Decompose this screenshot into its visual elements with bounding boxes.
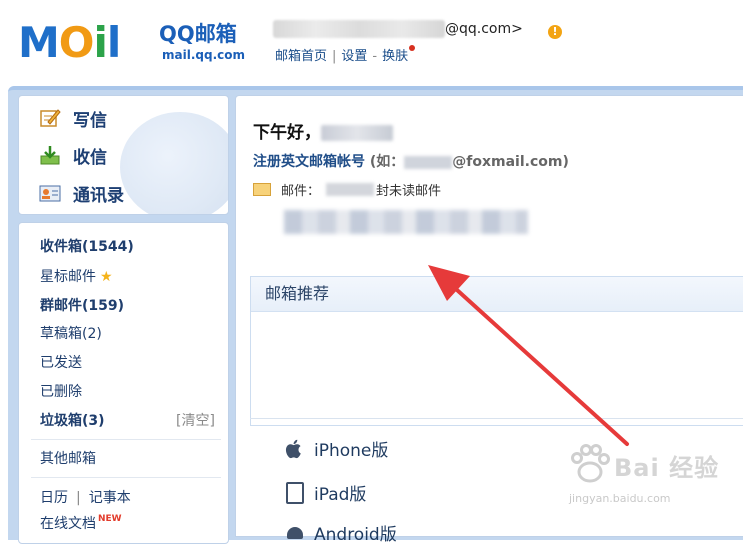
folder-drafts[interactable]: 草稿箱(2) (40, 323, 102, 343)
logo-letter-i: i (93, 18, 108, 67)
app-android-label: Android版 (314, 525, 397, 545)
inbox-download-icon (39, 144, 61, 166)
link-change-skin[interactable]: 换肤 (382, 49, 408, 64)
tools-row: 日历 | 记事本 (40, 487, 131, 507)
link-separator: - (372, 49, 378, 64)
logo-letter-m: M (18, 18, 60, 67)
redacted-username (321, 125, 393, 141)
online-docs-label: 在线文档 (40, 516, 96, 532)
star-icon: ★ (100, 269, 113, 285)
mail-label: 邮件： (281, 184, 321, 199)
baidu-watermark: Bai 经验 jingyan.baidu.com (566, 440, 736, 510)
register-hint-domain: @foxmail.com) (452, 154, 569, 170)
warning-icon[interactable]: ! (548, 25, 562, 39)
quick-actions-panel: 写信 收信 通讯录 (18, 95, 229, 215)
folder-other-mailboxes[interactable]: 其他邮箱 (40, 448, 96, 468)
redacted-nickname (273, 20, 445, 38)
spam-clear-link[interactable]: [清空] (176, 410, 215, 430)
divider (31, 477, 221, 478)
calendar-link[interactable]: 日历 (40, 490, 68, 506)
app-ipad-label: iPad版 (314, 485, 367, 505)
redacted-example-name (404, 155, 453, 169)
online-docs-link[interactable]: 在线文档 NEW (40, 513, 122, 533)
watermark-text: Bai 经验 (614, 454, 720, 482)
receive-button[interactable]: 收信 (39, 141, 107, 169)
android-icon (284, 521, 306, 545)
greeting-text: 下午好， (253, 123, 321, 143)
recommend-title: 邮箱推荐 (251, 277, 743, 312)
logo-letter-l: l (106, 18, 121, 67)
logo-mail-mark: MOil (18, 18, 121, 68)
compose-button[interactable]: 写信 (39, 104, 107, 132)
folder-sent[interactable]: 已发送 (40, 352, 82, 372)
contacts-button[interactable]: 通讯录 (39, 179, 124, 207)
divider (31, 439, 221, 440)
folder-list: 收件箱(1544) 星标邮件 ★ 群邮件(159) 草稿箱(2) 已发送 已删除 … (18, 222, 229, 544)
folder-starred-label: 星标邮件 (40, 269, 96, 285)
new-badge: NEW (98, 514, 122, 524)
pencil-icon (39, 107, 61, 129)
contacts-card-icon (39, 182, 61, 204)
envelope-icon (253, 183, 271, 196)
top-links: 邮箱首页 | 设置 - 换肤 (275, 45, 416, 64)
recommend-box: 邮箱推荐 (250, 276, 743, 426)
compose-label: 写信 (73, 110, 107, 131)
redacted-count (326, 183, 375, 196)
register-link-label: 注册英文邮箱帐号 (253, 154, 365, 170)
register-hint-open: (如： (369, 154, 405, 170)
unread-summary[interactable]: 邮件： 封未读邮件 (253, 180, 441, 199)
logo-brand-cn: QQ邮箱 (159, 22, 237, 46)
tools-separator: | (76, 490, 81, 506)
folder-inbox[interactable]: 收件箱(1544) (40, 236, 134, 256)
divider (250, 418, 743, 419)
baidu-paw-icon (571, 444, 610, 483)
app-ipad-link[interactable]: iPad版 (284, 480, 366, 505)
receive-label: 收信 (73, 147, 107, 168)
folder-group[interactable]: 群邮件(159) (40, 295, 124, 315)
header: MOil QQ邮箱 mail.qq.com @qq.com> ! 邮箱首页 | 设置… (0, 0, 743, 86)
redacted-info-line (284, 210, 528, 234)
link-separator: | (332, 49, 337, 64)
qq-mail-logo[interactable]: MOil QQ邮箱 mail.qq.com (18, 18, 268, 68)
app-android-link[interactable]: Android版 (284, 520, 397, 545)
notes-link[interactable]: 记事本 (89, 490, 131, 506)
folder-deleted[interactable]: 已删除 (40, 381, 82, 401)
link-mailbox-home[interactable]: 邮箱首页 (275, 49, 327, 64)
logo-letter-o: O (58, 18, 95, 67)
watermark-url: jingyan.baidu.com (569, 492, 671, 505)
apple-icon (284, 437, 306, 461)
notification-dot (409, 45, 416, 51)
contacts-label: 通讯录 (73, 185, 124, 206)
folder-spam[interactable]: 垃圾箱(3) [清空] (40, 410, 220, 430)
app-iphone-link[interactable]: iPhone版 (284, 436, 388, 461)
ipad-icon (284, 481, 306, 505)
account-address: @qq.com> (273, 20, 523, 38)
app-iphone-label: iPhone版 (314, 441, 389, 461)
folder-starred[interactable]: 星标邮件 ★ (40, 266, 113, 286)
account-suffix: @qq.com> (445, 21, 523, 37)
register-english-account-link[interactable]: 注册英文邮箱帐号 (如： @foxmail.com) (253, 151, 569, 171)
logo-brand-url: mail.qq.com (162, 48, 245, 62)
penguin-background-icon (120, 112, 228, 214)
greeting: 下午好， (253, 118, 393, 143)
unread-suffix: 封未读邮件 (376, 184, 442, 199)
folder-spam-label: 垃圾箱(3) (40, 413, 105, 429)
link-settings[interactable]: 设置 (341, 49, 367, 64)
